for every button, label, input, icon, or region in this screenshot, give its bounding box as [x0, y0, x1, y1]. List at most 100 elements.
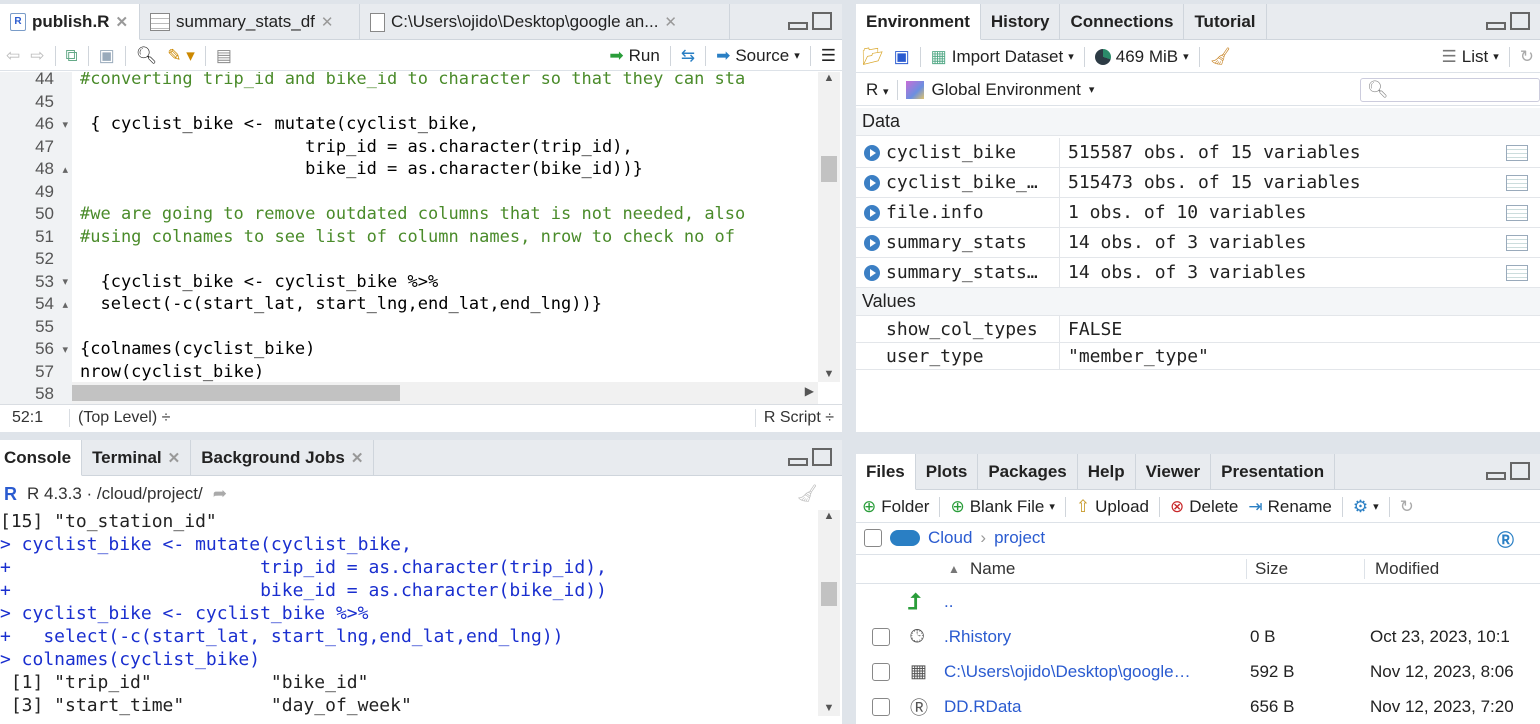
save-icon[interactable]: ▣: [894, 47, 910, 67]
expand-play-icon[interactable]: [864, 264, 880, 281]
expand-play-icon[interactable]: [864, 144, 880, 161]
scrollbar-thumb[interactable]: [72, 385, 400, 401]
sort-ascending-icon[interactable]: ▲: [948, 562, 970, 576]
compile-report-icon[interactable]: ▤: [216, 46, 232, 66]
tab-console[interactable]: Console: [0, 440, 83, 476]
file-row[interactable]: Ⓡ DD.RData 656 B Nov 12, 2023, 7:20: [856, 689, 1540, 724]
column-header-name[interactable]: Name: [970, 559, 1246, 579]
minimize-icon[interactable]: [788, 458, 808, 466]
filetype-selector[interactable]: R Script ÷: [754, 408, 842, 427]
view-table-icon[interactable]: [1506, 204, 1528, 221]
scope-selector[interactable]: (Top Level) ÷: [70, 409, 755, 427]
scroll-down-icon[interactable]: ▼: [818, 702, 840, 714]
import-dataset-button[interactable]: ▦ Import Dataset ▾: [931, 47, 1074, 67]
fold-icon[interactable]: ▾: [62, 343, 68, 356]
fold-icon[interactable]: ▴: [62, 298, 68, 311]
tab-viewer[interactable]: Viewer: [1136, 454, 1212, 490]
tab-publish-r[interactable]: R publish.R ✕: [0, 4, 140, 40]
tab-terminal[interactable]: Terminal ✕: [82, 440, 192, 476]
save-icon[interactable]: ▣: [99, 46, 115, 66]
editor-vertical-scrollbar[interactable]: ▲ ▼: [818, 72, 840, 382]
expand-play-icon[interactable]: [864, 174, 880, 191]
console-output[interactable]: [15] "to_station_id" > cyclist_bike <- mu…: [0, 510, 816, 720]
scroll-up-icon[interactable]: ▲: [818, 510, 840, 522]
console-vertical-scrollbar[interactable]: ▲ ▼: [818, 510, 840, 716]
close-icon[interactable]: ✕: [115, 13, 128, 31]
column-header-size[interactable]: Size: [1246, 559, 1364, 579]
magic-wand-icon[interactable]: ✎ ▾: [167, 46, 195, 66]
tab-files[interactable]: Files: [856, 454, 916, 490]
view-mode-button[interactable]: ☰ List ▾: [1442, 47, 1499, 67]
scroll-right-icon[interactable]: ▶: [805, 384, 814, 398]
maximize-icon[interactable]: [1510, 462, 1530, 480]
memory-usage-button[interactable]: 469 MiB ▾: [1094, 47, 1189, 67]
parent-directory-row[interactable]: ⮥ ..: [856, 584, 1540, 619]
expand-play-icon[interactable]: [864, 204, 880, 221]
maximize-icon[interactable]: [812, 12, 832, 30]
expand-play-icon[interactable]: [864, 234, 880, 251]
fold-icon[interactable]: ▾: [62, 118, 68, 131]
file-checkbox[interactable]: [872, 627, 890, 646]
minimize-icon[interactable]: [788, 22, 808, 30]
breadcrumb-cloud[interactable]: Cloud: [928, 528, 972, 548]
environment-data-row[interactable]: summary_stats… 14 obs. of 3 variables: [856, 258, 1540, 288]
refresh-icon[interactable]: ↻: [1520, 47, 1534, 67]
fold-icon[interactable]: ▾: [62, 275, 68, 288]
tab-presentation[interactable]: Presentation: [1211, 454, 1336, 490]
rerun-button[interactable]: ⇆: [681, 46, 695, 66]
tab-history[interactable]: History: [981, 4, 1061, 40]
language-selector[interactable]: R ▾: [866, 80, 889, 100]
search-icon[interactable]: 🔍︎: [136, 46, 158, 66]
column-header-modified[interactable]: Modified: [1364, 559, 1540, 579]
minimize-icon[interactable]: [1486, 472, 1506, 480]
tab-help[interactable]: Help: [1078, 454, 1136, 490]
code-area[interactable]: #converting trip_id and bike_id to chara…: [80, 72, 816, 388]
environment-value-row[interactable]: show_col_types FALSE: [856, 316, 1540, 343]
close-icon[interactable]: ✕: [664, 13, 677, 31]
tab-plots[interactable]: Plots: [916, 454, 979, 490]
view-table-icon[interactable]: [1506, 264, 1528, 281]
broom-icon[interactable]: 🧹︎: [1210, 47, 1232, 67]
close-icon[interactable]: ✕: [351, 449, 364, 467]
editor-horizontal-scrollbar[interactable]: ▶: [72, 382, 818, 404]
environment-data-row[interactable]: summary_stats 14 obs. of 3 variables: [856, 228, 1540, 258]
minimize-icon[interactable]: [1486, 22, 1506, 30]
r-project-icon[interactable]: Ⓡ: [1497, 526, 1540, 551]
new-blank-file-button[interactable]: ⊕ Blank File ▾: [950, 497, 1054, 517]
file-name[interactable]: DD.RData: [944, 697, 1244, 717]
outline-icon[interactable]: ☰: [821, 46, 836, 66]
view-table-icon[interactable]: [1506, 174, 1528, 191]
file-row[interactable]: 🕒︎ .Rhistory 0 B Oct 23, 2023, 10:1: [856, 619, 1540, 654]
refresh-icon[interactable]: ↻: [1400, 497, 1414, 517]
view-table-icon[interactable]: [1506, 144, 1528, 161]
tab-environment[interactable]: Environment: [856, 4, 981, 40]
tab-tutorial[interactable]: Tutorial: [1184, 4, 1267, 40]
environment-value-row[interactable]: user_type "member_type": [856, 343, 1540, 370]
run-button[interactable]: ➡ Run: [609, 46, 659, 66]
scroll-down-icon[interactable]: ▼: [818, 368, 840, 380]
select-all-checkbox[interactable]: [864, 529, 882, 547]
new-folder-button[interactable]: ⊕ Folder: [862, 497, 929, 517]
close-icon[interactable]: ✕: [168, 449, 181, 467]
close-icon[interactable]: ✕: [321, 13, 334, 31]
forward-arrow-icon[interactable]: ⇨: [30, 46, 44, 66]
more-options-button[interactable]: ⚙ ▾: [1353, 497, 1379, 517]
environment-data-row[interactable]: cyclist_bike 515587 obs. of 15 variables: [856, 138, 1540, 168]
file-row[interactable]: ▦ C:\Users\ojido\Desktop\google… 592 B Nov …: [856, 654, 1540, 689]
maximize-icon[interactable]: [812, 448, 832, 466]
scrollbar-thumb[interactable]: [821, 156, 837, 182]
maximize-icon[interactable]: [1510, 12, 1530, 30]
scrollbar-thumb[interactable]: [821, 582, 837, 606]
tab-external-file[interactable]: C:\Users\ojido\Desktop\google an... ✕: [360, 4, 730, 40]
parent-directory-link[interactable]: ..: [944, 592, 953, 612]
environment-data-row[interactable]: file.info 1 obs. of 10 variables: [856, 198, 1540, 228]
go-to-directory-icon[interactable]: ➦: [213, 484, 227, 504]
upload-button[interactable]: ⇧ Upload: [1076, 497, 1149, 517]
file-checkbox[interactable]: [872, 697, 890, 716]
file-name[interactable]: .Rhistory: [944, 627, 1244, 647]
open-folder-icon[interactable]: 📂︎: [862, 47, 884, 67]
search-input[interactable]: 🔍︎: [1360, 77, 1540, 102]
fold-icon[interactable]: ▴: [62, 163, 68, 176]
show-in-window-icon[interactable]: ⧉: [66, 46, 78, 66]
file-name[interactable]: C:\Users\ojido\Desktop\google…: [944, 662, 1244, 682]
